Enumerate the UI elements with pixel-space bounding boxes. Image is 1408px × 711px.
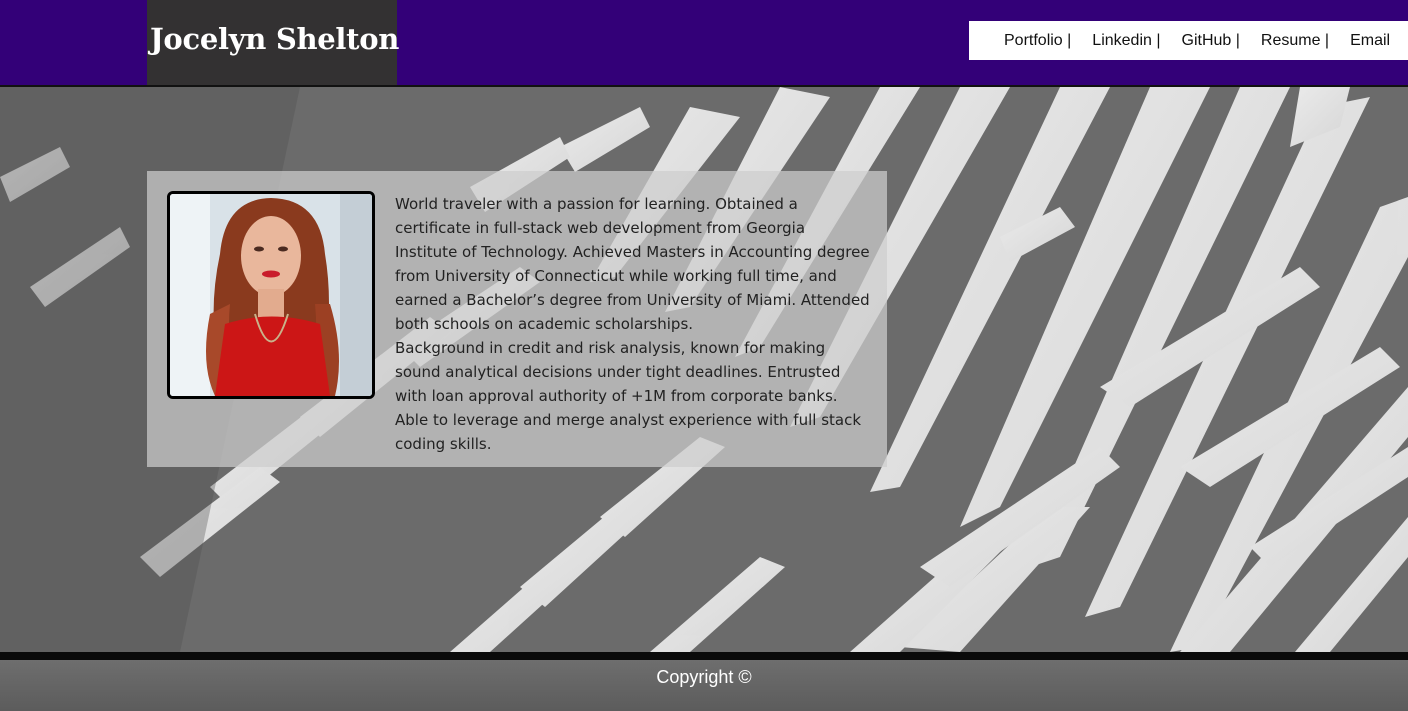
copyright-text: Copyright © — [656, 667, 752, 687]
hero-background: World traveler with a passion for learni… — [0, 87, 1408, 652]
site-footer: Copyright © — [0, 660, 1408, 711]
nav-link-resume[interactable]: Resume | — [1261, 32, 1329, 50]
bio-paragraph-background: Background in credit and risk analysis, … — [395, 339, 862, 453]
page: Jocelyn Shelton Portfolio | Linkedin | G… — [0, 0, 1408, 711]
site-header: Jocelyn Shelton Portfolio | Linkedin | G… — [0, 0, 1408, 87]
nav-link-portfolio[interactable]: Portfolio | — [1004, 32, 1071, 50]
portrait-image — [170, 194, 372, 396]
footer-divider — [0, 652, 1408, 660]
profile-photo — [167, 191, 375, 399]
about-card: World traveler with a passion for learni… — [147, 171, 887, 467]
nav-link-github[interactable]: GitHub | — [1182, 32, 1240, 50]
site-title[interactable]: Jocelyn Shelton — [150, 22, 399, 56]
bio-paragraph-education: World traveler with a passion for learni… — [395, 195, 870, 333]
main-nav: Portfolio | Linkedin | GitHub | Resume |… — [969, 21, 1408, 60]
bio-text: World traveler with a passion for learni… — [395, 192, 871, 456]
logo-box: Jocelyn Shelton — [147, 0, 399, 85]
nav-link-email[interactable]: Email — [1350, 32, 1390, 50]
nav-link-linkedin[interactable]: Linkedin | — [1092, 32, 1160, 50]
